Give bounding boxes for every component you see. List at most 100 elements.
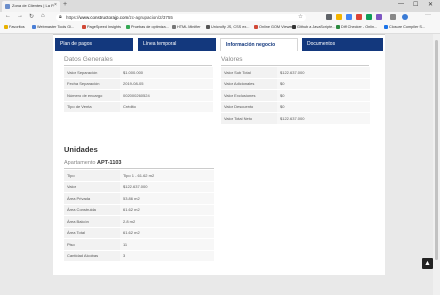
bookmark-favicon-icon	[126, 25, 130, 29]
extension-icon[interactable]	[336, 14, 342, 20]
browser-tab-strip: Zona de Clientes | La P. Construcci × + …	[0, 0, 440, 12]
table-row: Piso 11	[64, 238, 214, 251]
bookmark-item[interactable]: Pruebas de optimiza...	[126, 25, 169, 29]
row-label: Área Privada	[64, 192, 120, 205]
table-row: Número de encargo 002000260524	[64, 89, 213, 102]
row-label: Valor	[64, 181, 120, 193]
site-favicon-icon	[5, 4, 10, 9]
bookmark-favicon-icon	[32, 25, 36, 29]
row-label: Valor Exclusiones	[221, 89, 277, 102]
bookmark-item[interactable]: Favoritos	[4, 25, 25, 29]
row-label: Área Balcón	[64, 215, 120, 228]
bookmark-label: Github a JavaScripte...	[297, 25, 336, 29]
extension-icon[interactable]	[366, 14, 372, 20]
tab-linea-temporal[interactable]: Línea temporal	[138, 38, 216, 51]
bookmark-item[interactable]: PageSpeed Insights	[82, 25, 121, 29]
back-arrow-icon[interactable]: ←	[5, 13, 11, 19]
bookmark-favicon-icon	[82, 25, 86, 29]
new-tab-button[interactable]: +	[63, 1, 67, 8]
forward-arrow-icon[interactable]: →	[17, 13, 23, 19]
apartment-label: Apartamento APT-1103	[64, 160, 122, 166]
reload-icon[interactable]: ↻	[29, 13, 34, 20]
unidades-table: Tipo Tipo 1 - 61.62 m2 Valor $122.637.000 …	[64, 170, 214, 262]
close-tab-icon[interactable]: ×	[54, 2, 57, 8]
bookmark-item[interactable]: HTML Minifier	[172, 25, 201, 29]
table-row: Área Balcón 2.8 m2	[64, 215, 214, 228]
valores-heading: Valores	[221, 56, 243, 63]
bookmark-item[interactable]: Closure Compiler S...	[384, 25, 425, 29]
table-row: Valor Total Neto $122.637.000	[221, 112, 370, 125]
apartment-code: APT-1103	[97, 160, 122, 166]
tab-plan-de-pagos[interactable]: Plan de pagos	[55, 38, 133, 51]
table-row: Cantidad Alcobas 3	[64, 250, 214, 262]
table-row: Valor Exclusiones $0	[221, 89, 370, 102]
close-window-button[interactable]: ✕	[428, 1, 433, 8]
bookmark-item[interactable]: Online GOM Viewer	[254, 25, 293, 29]
row-value: 61.62 m2	[120, 227, 214, 239]
browser-tab[interactable]: Zona de Clientes | La P. Construcci ×	[2, 1, 60, 12]
scrollbar-thumb[interactable]	[435, 40, 438, 260]
section-divider	[221, 65, 369, 66]
tab-informacion-negocio[interactable]: Información negocio	[220, 38, 298, 51]
table-row: Tipo Tipo 1 - 61.62 m2	[64, 170, 214, 182]
row-value: Crédito	[120, 101, 213, 113]
row-label: Cantidad Alcobas	[64, 250, 120, 262]
bookmark-label: Webmaster Tools Gl...	[37, 25, 75, 29]
row-label: Número de encargo	[64, 89, 120, 102]
bookmark-item[interactable]: Unicrolfy JS, CSS ex...	[206, 25, 249, 29]
row-value: 3	[120, 250, 214, 262]
scroll-to-top-button[interactable]: ▲	[422, 258, 433, 269]
more-menu-icon[interactable]: ···	[425, 12, 431, 18]
home-icon[interactable]: ⌂	[41, 13, 45, 19]
unidades-heading: Unidades	[64, 145, 98, 154]
section-divider	[64, 168, 214, 169]
bookmark-item[interactable]: Webmaster Tools Gl...	[32, 25, 74, 29]
bookmark-label: Diff Checker - Onlin...	[341, 25, 378, 29]
table-row: Valor Adicionales $0	[221, 78, 370, 90]
tab-documentos[interactable]: Documentos	[302, 38, 383, 51]
bookmark-favicon-icon	[336, 25, 340, 29]
extension-icon[interactable]	[346, 14, 352, 20]
table-row: Valor Separación $1.000.000	[64, 67, 213, 79]
row-value: Tipo 1 - 61.62 m2	[120, 170, 214, 182]
row-value: 61.62 m2	[120, 204, 214, 216]
row-value: $122.637.000	[277, 67, 370, 79]
bookmark-favicon-icon	[384, 25, 388, 29]
bookmark-label: Closure Compiler S...	[389, 25, 426, 29]
address-bar[interactable]: 🔒︎ https://www.constructorajp.com/zc-agr…	[56, 14, 306, 21]
row-value: $1.000.000	[120, 67, 213, 79]
datos-generales-table: Valor Separación $1.000.000 Fecha Separac…	[64, 67, 213, 113]
minimize-window-button[interactable]: —	[398, 1, 404, 7]
table-row: Área Total 61.62 m2	[64, 227, 214, 239]
bookmark-label: Favoritos	[9, 25, 25, 29]
extension-icon[interactable]	[376, 14, 382, 20]
collections-icon[interactable]	[390, 14, 396, 20]
row-value: $0	[277, 101, 370, 113]
row-value: $122.637.000	[120, 181, 214, 193]
row-value: $0	[277, 78, 370, 90]
datos-generales-heading: Datos Generales	[64, 56, 113, 63]
bookmark-label: Online GOM Viewer	[259, 25, 293, 29]
row-label: Valor Total Neto	[221, 112, 277, 125]
bookmark-favicon-icon	[4, 25, 8, 29]
bookmark-favicon-icon	[254, 25, 258, 29]
bookmark-label: HTML Minifier	[177, 25, 201, 29]
reading-view-icon[interactable]	[326, 14, 332, 20]
maximize-window-button[interactable]: ☐	[413, 1, 418, 8]
extension-icon[interactable]	[356, 14, 362, 20]
bookmark-item[interactable]: Diff Checker - Onlin...	[336, 25, 377, 29]
row-label: Área Total	[64, 227, 120, 239]
row-label: Valor Separación	[64, 67, 120, 79]
profile-avatar-icon[interactable]	[402, 14, 408, 20]
bookmarks-bar: Favoritos Webmaster Tools Gl... PageSpeed …	[0, 23, 440, 34]
row-value: $122.637.000	[277, 112, 370, 125]
row-value: 11	[120, 238, 214, 251]
table-row: Fecha Separación 2019-08-05	[64, 78, 213, 90]
favorite-star-icon[interactable]: ☆	[298, 14, 303, 20]
row-label: Valor Adicionales	[221, 78, 277, 90]
valores-table: Valor Sub Total $122.637.000 Valor Adicio…	[221, 67, 370, 125]
bookmark-item[interactable]: Github a JavaScripte...	[292, 25, 335, 29]
bookmark-favicon-icon	[206, 25, 210, 29]
table-row: Valor $122.637.000	[64, 181, 214, 193]
bookmark-favicon-icon	[172, 25, 176, 29]
